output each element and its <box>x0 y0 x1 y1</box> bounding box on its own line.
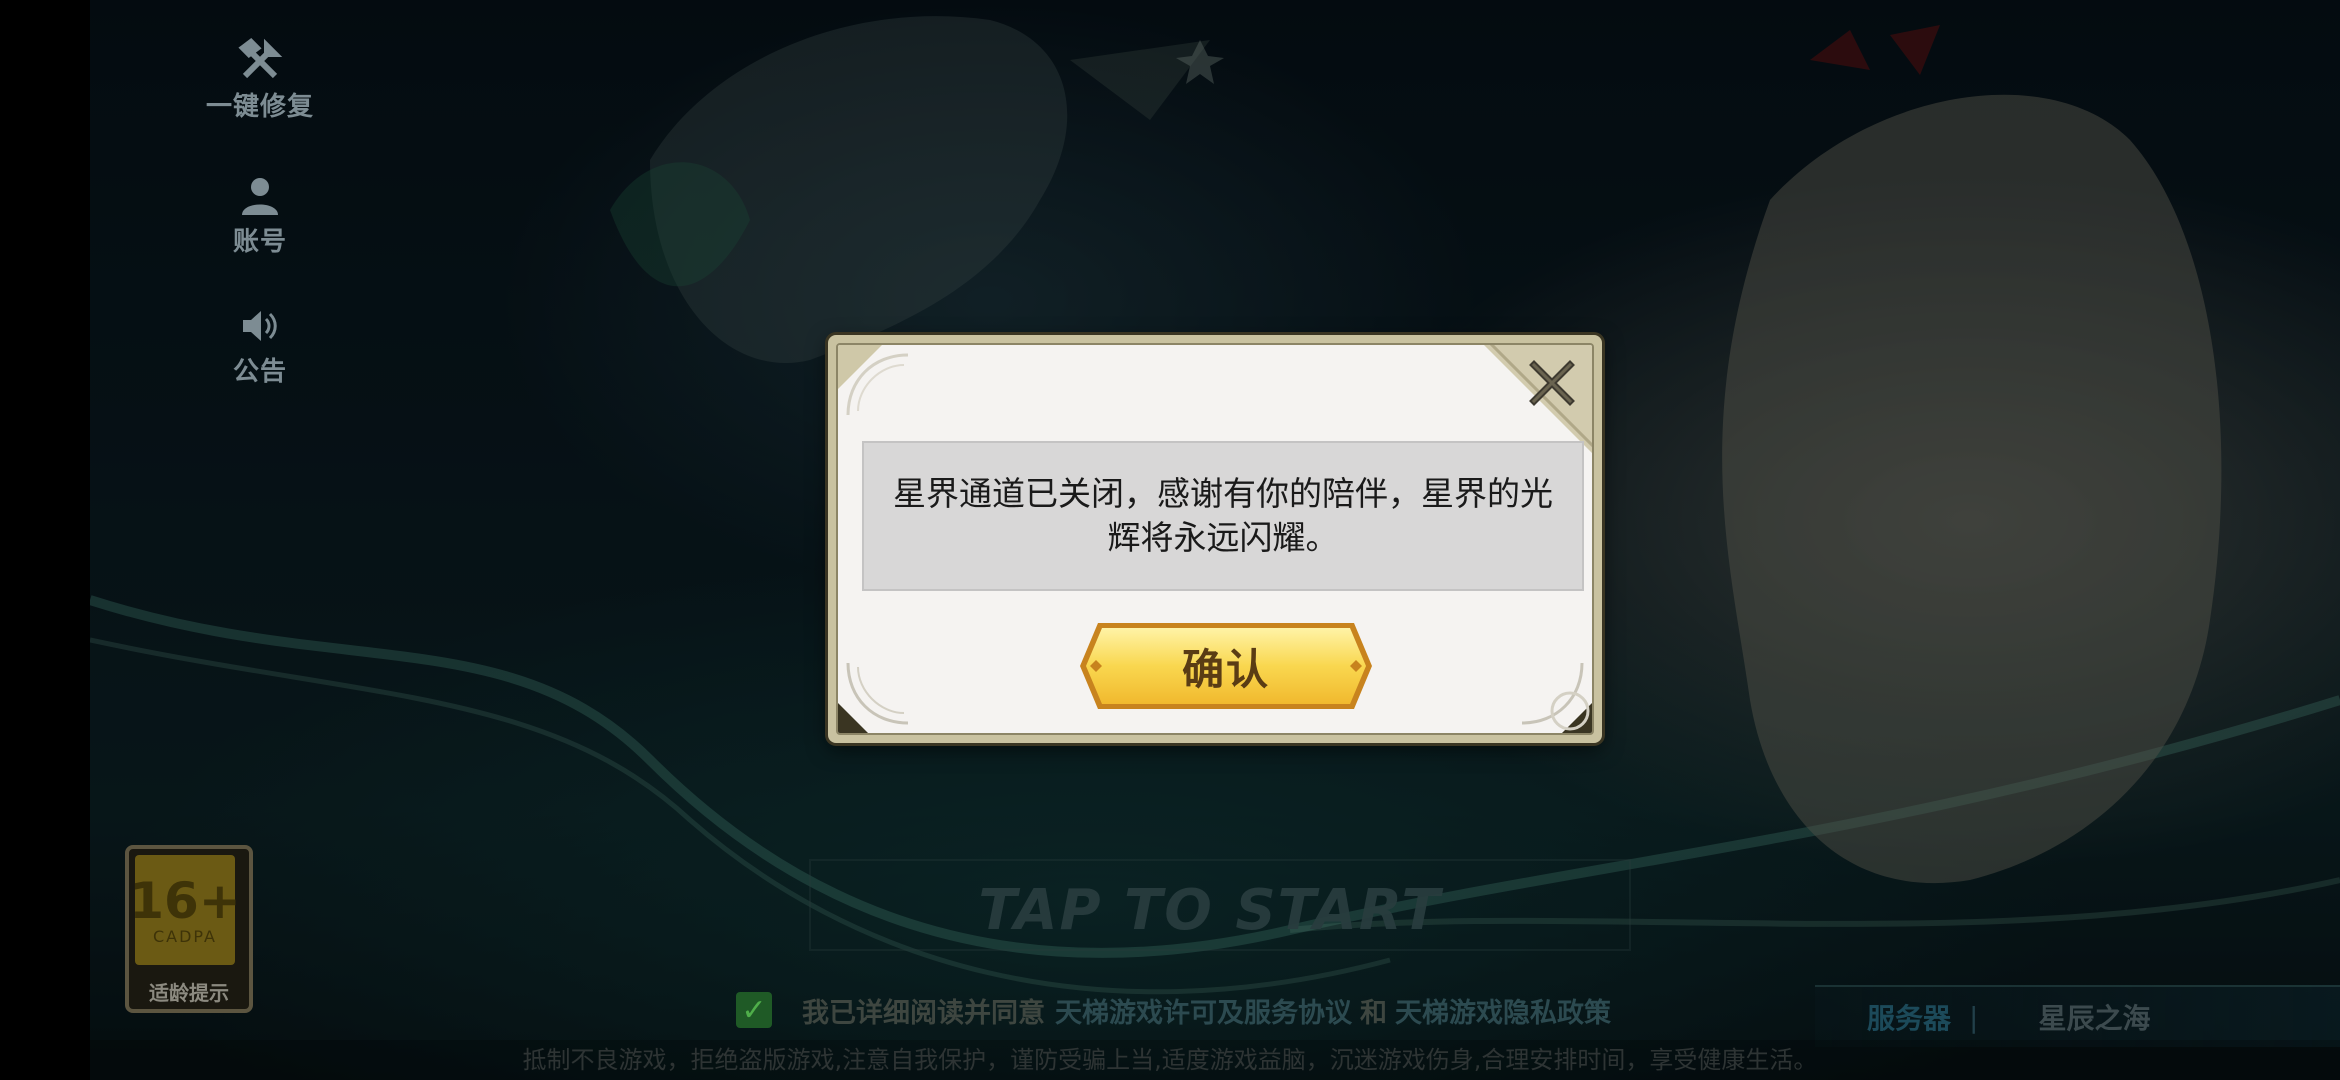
privacy-policy-link[interactable]: 天梯游戏隐私政策 <box>1395 991 1611 1030</box>
corner-ornament-icon <box>838 345 909 416</box>
confirm-label: 确认 <box>1181 644 1270 694</box>
side-menu-label: 公告 <box>232 356 287 387</box>
side-menu-label: 一键修复 <box>206 91 315 122</box>
age-rating-org: CADPA <box>152 926 217 946</box>
corner-ornament-icon <box>1521 662 1592 733</box>
confirm-button[interactable]: 确认 <box>1076 617 1376 715</box>
server-name: 星辰之海 <box>2038 1002 2151 1035</box>
server-separator: | <box>1969 1000 1979 1034</box>
speaker-icon <box>243 310 277 341</box>
corner-ornament-icon <box>838 662 909 733</box>
dialog-message: 星界通道已关闭，感谢有你的陪伴，星界的光辉将永远闪耀。 <box>893 474 1553 557</box>
wrench-hammer-icon <box>238 37 283 78</box>
age-rating-number: 16+ <box>129 871 241 930</box>
dialog-panel: 星界通道已关闭，感谢有你的陪伴，星界的光辉将永远闪耀。 确认 <box>836 343 1594 735</box>
age-rating-caption: 适龄提示 <box>149 980 229 1005</box>
tap-to-start[interactable]: TAP TO START <box>960 878 1460 943</box>
agreement-and: 和 <box>1360 997 1387 1029</box>
account-button[interactable]: 账号 <box>215 165 305 265</box>
license-agreement-link[interactable]: 天梯游戏许可及服务协议 <box>1055 991 1352 1030</box>
side-menu-label: 账号 <box>232 226 287 257</box>
notice-dialog: 星界通道已关闭，感谢有你的陪伴，星界的光辉将永远闪耀。 确认 <box>828 335 1602 743</box>
agreement-prefix: 我已详细阅读并同意 <box>802 997 1045 1029</box>
age-rating-top: 16+ CADPA <box>129 855 241 965</box>
health-notice: 抵制不良游戏，拒绝盗版游戏,注意自我保护，谨防受骗上当,适度游戏益脑，沉迷游戏伤… <box>0 1040 2340 1080</box>
message-box: 星界通道已关闭，感谢有你的陪伴，星界的光辉将永远闪耀。 <box>862 441 1584 591</box>
one-click-repair-button[interactable]: 一键修复 <box>206 30 313 130</box>
server-label: 服务器 <box>1867 1002 1952 1035</box>
agreement-checkbox[interactable]: ✓ <box>736 992 772 1028</box>
server-selector[interactable]: 服务器 | 星辰之海 <box>1815 985 2340 1047</box>
agreement-row: ✓ 我已详细阅读并同意 天梯游戏许可及服务协议 和 天梯游戏隐私政策 <box>736 990 1611 1030</box>
user-icon <box>242 177 278 215</box>
close-icon[interactable] <box>1524 355 1580 411</box>
announcement-button[interactable]: 公告 <box>215 295 305 395</box>
age-rating-badge[interactable]: 16+ CADPA 适龄提示 <box>125 845 253 1013</box>
